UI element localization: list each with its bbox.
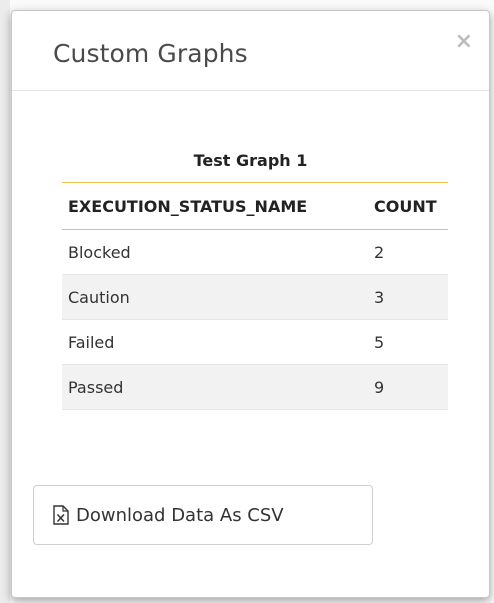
table-header-row: EXECUTION_STATUS_NAME COUNT — [62, 182, 448, 230]
table-row: Caution 3 — [62, 274, 448, 320]
table-row: Passed 9 — [62, 364, 448, 410]
status-cell: Caution — [62, 274, 368, 320]
count-cell: 5 — [368, 319, 448, 365]
graph-title: Test Graph 1 — [193, 151, 308, 170]
download-csv-button[interactable]: Download Data As CSV — [33, 485, 373, 545]
count-cell: 2 — [368, 229, 448, 275]
close-icon[interactable]: × — [455, 31, 473, 53]
background-page-edge — [0, 0, 10, 603]
status-cell: Passed — [62, 364, 368, 410]
table-row: Failed 5 — [62, 319, 448, 365]
column-header-status: EXECUTION_STATUS_NAME — [62, 182, 368, 230]
count-cell: 9 — [368, 364, 448, 410]
download-csv-label: Download Data As CSV — [76, 504, 284, 526]
custom-graphs-modal: Custom Graphs × Test Graph 1 EXECUTION_S… — [11, 10, 490, 598]
file-excel-icon — [53, 505, 69, 525]
modal-title: Custom Graphs — [53, 39, 248, 68]
modal-header: Custom Graphs × — [12, 11, 489, 91]
status-cell: Blocked — [62, 229, 368, 275]
column-header-count: COUNT — [368, 182, 448, 230]
graph-data-table: EXECUTION_STATUS_NAME COUNT Blocked 2 Ca… — [62, 182, 448, 410]
table-row: Blocked 2 — [62, 229, 448, 275]
count-cell: 3 — [368, 274, 448, 320]
status-cell: Failed — [62, 319, 368, 365]
